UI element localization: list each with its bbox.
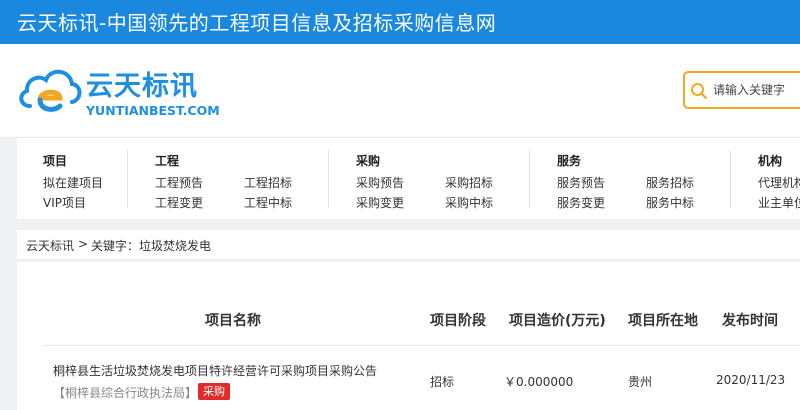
breadcrumb-separator: > xyxy=(78,237,89,251)
column-header-cost: 项目造价(万元) xyxy=(509,313,606,329)
search-box[interactable] xyxy=(683,71,800,109)
column-header-date: 发布时间 xyxy=(722,313,778,329)
table-header-divider xyxy=(42,345,800,346)
column-header-location: 项目所在地 xyxy=(628,313,698,329)
project-location: 贵州 xyxy=(628,375,653,389)
nav-head-procurement[interactable]: 采购 xyxy=(356,152,380,169)
header: 云天标讯 YUNTIANBEST.COM xyxy=(0,44,800,137)
nav-link-service-change[interactable]: 服务变更 xyxy=(557,194,605,211)
nav-link-procurement-tender[interactable]: 采购招标 xyxy=(445,174,493,191)
category-tag: 采购 xyxy=(198,383,230,400)
logo-chinese-name: 云天标讯 xyxy=(86,71,198,102)
column-header-name: 项目名称 xyxy=(205,313,261,329)
breadcrumb: 云天标讯 > 关键字：垃圾焚烧发电 xyxy=(17,230,800,260)
nav-link-engineering-forecast[interactable]: 工程预告 xyxy=(155,174,203,191)
site-title: 云天标讯-中国领先的工程项目信息及招标采购信息网 xyxy=(17,11,497,35)
site-logo[interactable]: 云天标讯 YUNTIANBEST.COM xyxy=(16,60,220,124)
search-input[interactable] xyxy=(713,81,800,99)
nav-link-owner-units[interactable]: 业主单位 xyxy=(758,194,800,211)
nav-head-engineering[interactable]: 工程 xyxy=(155,152,179,169)
project-stage: 招标 xyxy=(430,375,455,389)
top-banner: 云天标讯-中国领先的工程项目信息及招标采购信息网 xyxy=(0,0,800,44)
nav-divider xyxy=(127,150,128,208)
nav-link-planned-projects[interactable]: 拟在建项目 xyxy=(43,174,103,191)
nav-group-agency: 机构 代理机构 业主单位 xyxy=(758,138,800,220)
column-header-stage: 项目阶段 xyxy=(430,313,486,329)
search-icon xyxy=(691,83,707,99)
nav-link-vip-projects[interactable]: VIP项目 xyxy=(43,194,86,211)
publish-date: 2020/11/23 xyxy=(716,373,786,387)
nav-link-procurement-change[interactable]: 采购变更 xyxy=(356,194,404,211)
nav-head-service[interactable]: 服务 xyxy=(557,152,581,169)
nav-link-engineering-change[interactable]: 工程变更 xyxy=(155,194,203,211)
nav-link-procurement-award[interactable]: 采购中标 xyxy=(445,194,493,211)
nav-link-service-forecast[interactable]: 服务预告 xyxy=(557,174,605,191)
nav-link-service-tender[interactable]: 服务招标 xyxy=(646,174,694,191)
nav-head-agency[interactable]: 机构 xyxy=(758,152,782,169)
nav-link-engineering-award[interactable]: 工程中标 xyxy=(244,194,292,211)
nav-link-service-award[interactable]: 服务中标 xyxy=(646,194,694,211)
project-cost: ￥0.000000 xyxy=(504,375,574,389)
nav-divider xyxy=(730,150,731,208)
breadcrumb-current: 关键字：垃圾焚烧发电 xyxy=(91,239,212,253)
nav-link-agencies[interactable]: 代理机构 xyxy=(758,174,800,191)
project-title-link[interactable]: 桐梓县生活垃圾焚烧发电项目特许经营许可采购项目采购公告 xyxy=(53,362,377,379)
cloud-logo-icon xyxy=(19,69,82,112)
nav-link-engineering-tender[interactable]: 工程招标 xyxy=(244,174,292,191)
results-table: 项目名称 项目阶段 项目造价(万元) 项目所在地 发布时间 桐梓县生活垃圾焚烧发… xyxy=(17,262,800,410)
category-nav: 项目 拟在建项目 VIP项目 工程 工程预告 工程招标 工程变更 工程中标 采购… xyxy=(17,137,800,219)
project-organization: 【桐梓县综合行政执法局】 xyxy=(53,386,198,400)
nav-link-procurement-forecast[interactable]: 采购预告 xyxy=(356,174,404,191)
nav-divider xyxy=(328,150,329,208)
nav-divider xyxy=(529,150,530,208)
nav-head-project[interactable]: 项目 xyxy=(43,152,67,169)
logo-english-name: YUNTIANBEST.COM xyxy=(86,103,220,118)
breadcrumb-home[interactable]: 云天标讯 xyxy=(26,237,74,254)
